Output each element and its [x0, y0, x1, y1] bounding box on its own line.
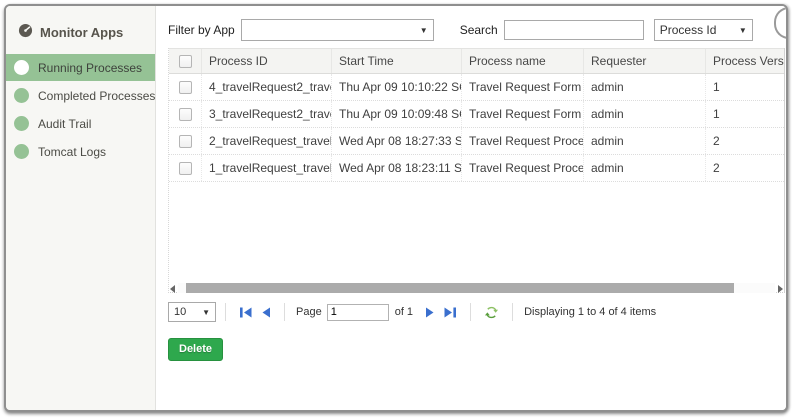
status-dot-icon — [14, 144, 29, 159]
horizontal-scrollbar — [168, 282, 785, 294]
select-all-checkbox[interactable] — [179, 55, 192, 68]
column-header-process-name[interactable]: Process name — [462, 49, 584, 73]
status-dot-icon — [14, 60, 29, 75]
sidebar-item-label: Tomcat Logs — [38, 145, 106, 159]
sidebar-item-label: Running Processes — [38, 61, 142, 75]
cell-process-name: Travel Request Form Approval — [462, 101, 584, 127]
page-size-select[interactable]: 10 ▼ — [168, 302, 216, 322]
dashboard-gauge-icon — [18, 23, 33, 41]
filter-by-app-label: Filter by App — [168, 23, 235, 37]
app-title: Monitor Apps — [40, 25, 123, 40]
filter-by-app-select[interactable]: ▼ — [241, 19, 434, 41]
cell-process-name: Travel Request Process — [462, 155, 584, 181]
column-header-start-time[interactable]: Start Time — [332, 49, 462, 73]
cell-requester: admin — [584, 128, 706, 154]
scrollbar-thumb[interactable] — [186, 283, 734, 293]
page-size-value: 10 — [174, 306, 186, 318]
cell-start-time: Wed Apr 08 18:27:33 SGT — [332, 128, 462, 154]
page-of-label: of 1 — [395, 306, 413, 318]
cell-requester: admin — [584, 74, 706, 100]
cell-process-version: 1 — [706, 101, 784, 127]
sidebar-nav: Running Processes Completed Processes Au… — [6, 54, 155, 165]
divider — [225, 303, 226, 321]
sidebar-item-tomcat-logs[interactable]: Tomcat Logs — [6, 138, 155, 165]
next-page-icon[interactable] — [425, 307, 435, 318]
divider — [512, 303, 513, 321]
cell-process-version: 2 — [706, 128, 784, 154]
cell-requester: admin — [584, 101, 706, 127]
sidebar: Monitor Apps Running Processes Completed… — [6, 6, 156, 410]
cell-process-id: 3_travelRequest2_travelRe — [202, 101, 332, 127]
cell-requester: admin — [584, 155, 706, 181]
row-checkbox[interactable] — [179, 81, 192, 94]
cell-process-name: Travel Request Process — [462, 128, 584, 154]
row-checkbox[interactable] — [179, 108, 192, 121]
column-header-process-id[interactable]: Process ID — [202, 49, 332, 73]
row-checkbox-cell — [169, 74, 202, 100]
row-checkbox-cell — [169, 128, 202, 154]
sidebar-item-label: Completed Processes — [38, 89, 155, 103]
pagination-bar: 10 ▼ Page of 1 — [168, 300, 780, 324]
sidebar-item-running-processes[interactable]: Running Processes — [6, 54, 155, 81]
status-dot-icon — [14, 88, 29, 103]
search-field-value: Process Id — [660, 23, 717, 37]
last-page-icon[interactable] — [443, 307, 457, 318]
cell-start-time: Thu Apr 09 10:10:22 SGT 2 — [332, 74, 462, 100]
search-label: Search — [460, 23, 498, 37]
cell-process-id: 2_travelRequest_travelReq — [202, 128, 332, 154]
first-page-icon[interactable] — [239, 307, 253, 318]
cell-process-version: 2 — [706, 155, 784, 181]
cell-process-id: 1_travelRequest_travelReq — [202, 155, 332, 181]
page-label: Page — [296, 306, 322, 318]
table-row[interactable]: 4_travelRequest2_travelRe Thu Apr 09 10:… — [169, 74, 784, 101]
page-number-input[interactable] — [327, 304, 389, 321]
chevron-down-icon: ▼ — [420, 26, 428, 35]
column-header-requester[interactable]: Requester — [584, 49, 706, 73]
row-checkbox[interactable] — [179, 162, 192, 175]
column-header-process-version[interactable]: Process Version — [706, 49, 784, 73]
cell-process-version: 1 — [706, 74, 784, 100]
previous-page-icon[interactable] — [261, 307, 271, 318]
cell-process-name: Travel Request Form Approval — [462, 74, 584, 100]
search-input[interactable] — [504, 20, 644, 40]
toolbar: Filter by App ▼ Search Process Id ▼ — [168, 18, 780, 42]
row-checkbox-cell — [169, 155, 202, 181]
delete-button[interactable]: Delete — [168, 338, 223, 361]
scrollbar-track[interactable] — [178, 283, 775, 293]
main-panel: Filter by App ▼ Search Process Id ▼ Proc… — [157, 6, 786, 410]
sidebar-item-completed-processes[interactable]: Completed Processes — [6, 82, 155, 109]
divider — [284, 303, 285, 321]
chevron-down-icon: ▼ — [202, 308, 210, 317]
search-field-select[interactable]: Process Id ▼ — [654, 19, 753, 41]
displaying-status: Displaying 1 to 4 of 4 items — [524, 306, 656, 318]
sidebar-header: Monitor Apps — [6, 6, 155, 54]
status-dot-icon — [14, 116, 29, 131]
refresh-icon[interactable] — [484, 305, 499, 320]
chevron-down-icon: ▼ — [739, 26, 747, 35]
cell-start-time: Thu Apr 09 10:09:48 SGT 2 — [332, 101, 462, 127]
sidebar-item-label: Audit Trail — [38, 117, 91, 131]
table-row[interactable]: 2_travelRequest_travelReq Wed Apr 08 18:… — [169, 128, 784, 155]
table-header-row: Process ID Start Time Process name Reque… — [169, 48, 784, 74]
scroll-left-arrow-icon[interactable] — [168, 283, 178, 293]
cell-start-time: Wed Apr 08 18:23:11 SGT — [332, 155, 462, 181]
select-all-cell — [169, 49, 202, 73]
table-row[interactable]: 1_travelRequest_travelReq Wed Apr 08 18:… — [169, 155, 784, 182]
scroll-right-arrow-icon[interactable] — [775, 283, 785, 293]
row-checkbox[interactable] — [179, 135, 192, 148]
monitor-apps-window: Monitor Apps Running Processes Completed… — [4, 4, 788, 412]
table-row[interactable]: 3_travelRequest2_travelRe Thu Apr 09 10:… — [169, 101, 784, 128]
divider — [470, 303, 471, 321]
sidebar-item-audit-trail[interactable]: Audit Trail — [6, 110, 155, 137]
cell-process-id: 4_travelRequest2_travelRe — [202, 74, 332, 100]
row-checkbox-cell — [169, 101, 202, 127]
process-table: Process ID Start Time Process name Reque… — [168, 48, 785, 293]
